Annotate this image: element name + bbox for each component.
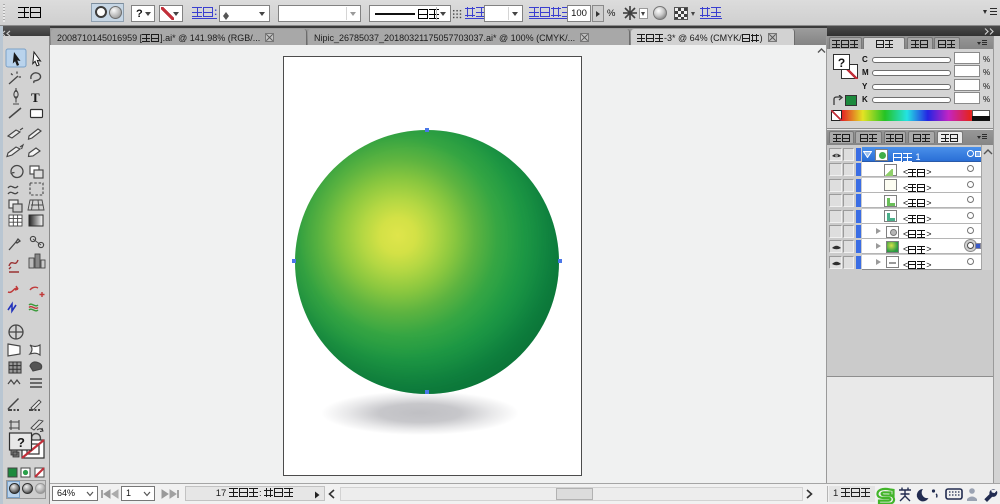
svg-text:?: ? [17, 435, 25, 450]
svg-text:T: T [31, 90, 40, 105]
